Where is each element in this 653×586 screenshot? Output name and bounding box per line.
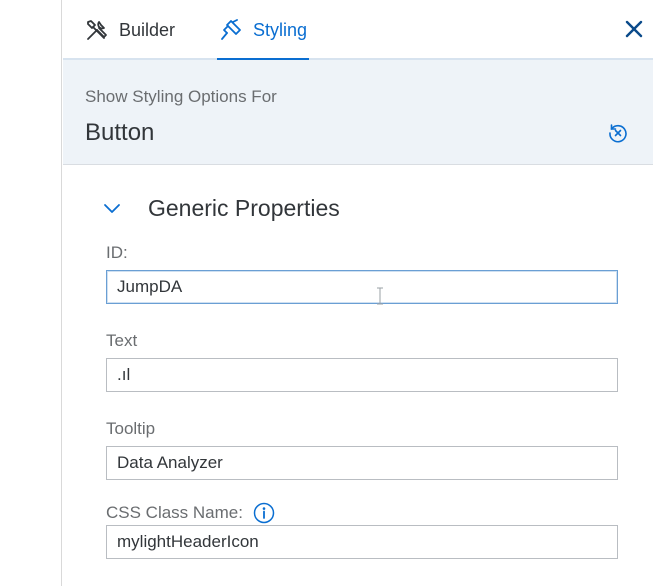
close-icon bbox=[624, 19, 644, 39]
tools-icon bbox=[85, 18, 109, 42]
css-class-field[interactable] bbox=[106, 525, 618, 559]
id-field[interactable] bbox=[106, 270, 618, 304]
text-label: Text bbox=[106, 331, 138, 350]
styling-panel: Builder Styling Show Styling Options For… bbox=[63, 0, 653, 586]
text-cursor bbox=[376, 287, 384, 305]
tab-bar: Builder Styling bbox=[63, 0, 653, 61]
tooltip-field[interactable] bbox=[106, 446, 618, 480]
chevron-down-icon bbox=[101, 197, 123, 219]
tab-styling[interactable]: Styling bbox=[217, 0, 310, 61]
reset-icon bbox=[607, 122, 629, 144]
tab-builder[interactable]: Builder bbox=[85, 0, 175, 60]
header-title: Button bbox=[85, 119, 155, 146]
reset-button[interactable] bbox=[605, 120, 631, 146]
tab-builder-label: Builder bbox=[119, 19, 176, 40]
styling-header: Show Styling Options For Button bbox=[63, 60, 653, 165]
section-title: Generic Properties bbox=[148, 194, 340, 221]
tooltip-label: Tooltip bbox=[106, 419, 156, 438]
css-class-label: CSS Class Name: bbox=[106, 503, 243, 522]
generic-properties-section-toggle[interactable]: Generic Properties bbox=[101, 192, 340, 224]
header-subtitle: Show Styling Options For bbox=[85, 87, 277, 106]
paint-brush-icon bbox=[219, 18, 243, 42]
close-button[interactable] bbox=[621, 16, 647, 42]
info-icon[interactable] bbox=[253, 502, 275, 524]
css-class-label-row: CSS Class Name: bbox=[106, 500, 275, 526]
text-field[interactable] bbox=[106, 358, 618, 392]
left-gutter bbox=[0, 0, 62, 586]
tab-styling-label: Styling bbox=[253, 19, 308, 40]
id-label: ID: bbox=[106, 243, 128, 262]
